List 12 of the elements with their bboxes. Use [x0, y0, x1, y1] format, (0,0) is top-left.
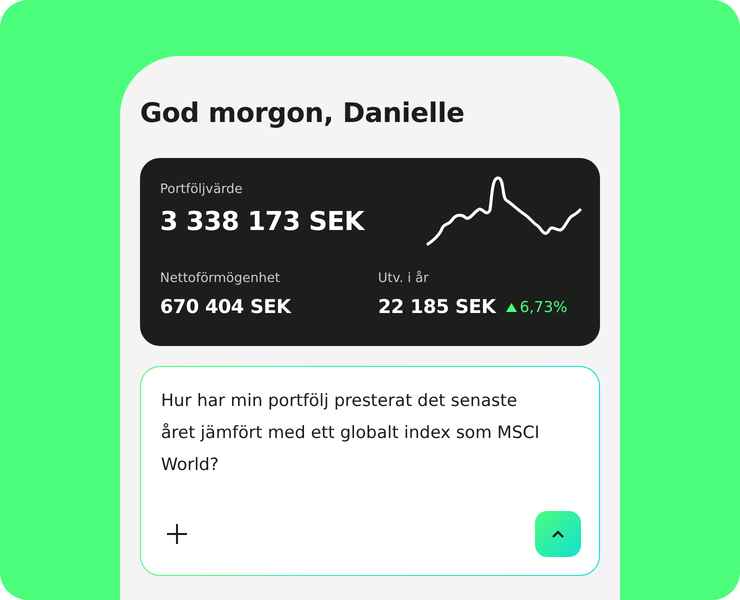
- stat-value: 670 404 SEK: [160, 296, 291, 318]
- composer-box[interactable]: Hur har min portfölj presterat det senaste året jämfört med ett globalt index som MSCI World?: [140, 366, 600, 576]
- chevron-up-icon: [551, 529, 565, 539]
- stat-label: Utv. i år: [378, 271, 430, 286]
- message-field[interactable]: Hur har min portfölj presterat det senaste året jämfört med ett globalt index som MSCI World?: [161, 385, 553, 485]
- portfolio-value: 3 338 173 SEK: [160, 207, 366, 237]
- up-triangle-icon: [506, 302, 517, 312]
- stat-label: Nettoförmögenhet: [160, 271, 281, 286]
- stat-value: 22 185 SEK: [378, 296, 496, 318]
- change-text: 6,73%: [506, 298, 568, 316]
- portfolio-label: Portföljvärde: [160, 182, 244, 197]
- greeting-title: God morgon, Danielle: [140, 98, 466, 131]
